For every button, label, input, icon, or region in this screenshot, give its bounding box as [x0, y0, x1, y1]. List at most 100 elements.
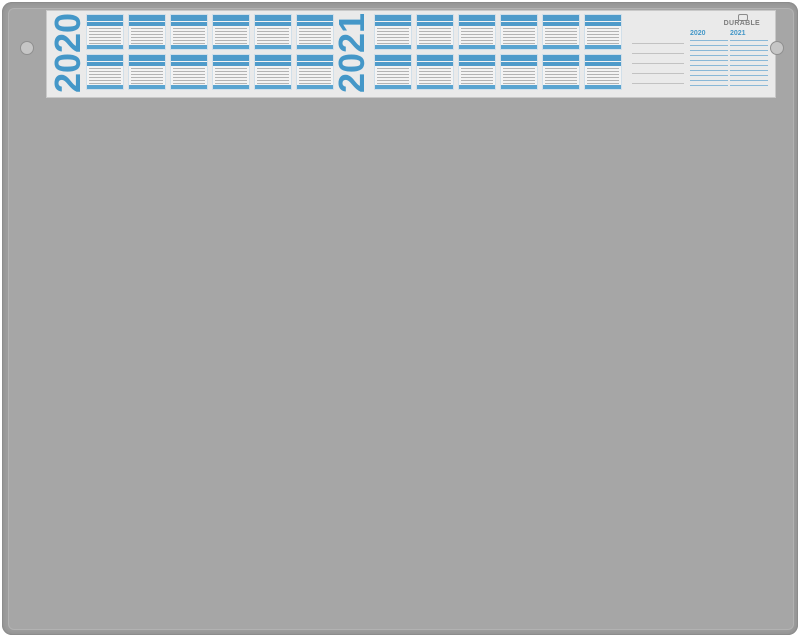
month-weekdays [543, 62, 579, 66]
month-block [170, 54, 208, 90]
month-weekdays [501, 62, 537, 66]
month-days [503, 68, 535, 84]
month-block [128, 14, 166, 50]
month-header [171, 15, 207, 21]
month-weekdays [297, 62, 333, 66]
month-header [87, 15, 123, 21]
year-label-2020: 2020 [47, 12, 88, 94]
month-block [212, 14, 250, 50]
month-footer [543, 85, 579, 89]
month-footer [213, 85, 249, 89]
month-weekdays [213, 22, 249, 26]
month-footer [297, 45, 333, 49]
month-header [501, 55, 537, 61]
month-footer [171, 85, 207, 89]
month-header [255, 55, 291, 61]
month-days [587, 68, 619, 84]
month-block [542, 14, 580, 50]
month-days [377, 28, 409, 44]
month-footer [459, 85, 495, 89]
month-block [296, 54, 334, 90]
month-weekdays [585, 22, 621, 26]
month-header [171, 55, 207, 61]
month-header [213, 55, 249, 61]
right-rivet [770, 41, 784, 55]
month-footer [129, 85, 165, 89]
month-days [377, 68, 409, 84]
month-block [458, 14, 496, 50]
year-label-2021: 2021 [331, 12, 372, 94]
month-footer [459, 45, 495, 49]
month-footer [417, 45, 453, 49]
month-footer [297, 85, 333, 89]
month-header [459, 15, 495, 21]
month-weekdays [129, 62, 165, 66]
month-days [299, 68, 331, 84]
month-days [215, 28, 247, 44]
month-days [173, 28, 205, 44]
month-weekdays [255, 62, 291, 66]
month-header [297, 15, 333, 21]
month-days [419, 28, 451, 44]
month-block [584, 54, 622, 90]
month-days [419, 68, 451, 84]
month-days [545, 28, 577, 44]
month-weekdays [585, 62, 621, 66]
month-weekdays [501, 22, 537, 26]
month-header [543, 55, 579, 61]
month-weekdays [459, 22, 495, 26]
month-header [375, 55, 411, 61]
month-header [129, 55, 165, 61]
month-footer [171, 45, 207, 49]
month-block [128, 54, 166, 90]
month-footer [375, 45, 411, 49]
month-days [587, 28, 619, 44]
month-footer [87, 45, 123, 49]
month-weekdays [459, 62, 495, 66]
month-weekdays [375, 22, 411, 26]
month-weekdays [87, 62, 123, 66]
month-weekdays [375, 62, 411, 66]
month-weekdays [417, 62, 453, 66]
month-header [375, 15, 411, 21]
month-days [257, 68, 289, 84]
month-weekdays [297, 22, 333, 26]
month-days [173, 68, 205, 84]
month-header [417, 15, 453, 21]
month-days [131, 68, 163, 84]
month-days [299, 28, 331, 44]
month-block [458, 54, 496, 90]
month-days [545, 68, 577, 84]
month-header [585, 55, 621, 61]
month-block [416, 14, 454, 50]
month-header [213, 15, 249, 21]
month-footer [255, 85, 291, 89]
brand-logo: DURABLE [723, 20, 760, 27]
month-header [87, 55, 123, 61]
month-header [129, 15, 165, 21]
month-block [254, 14, 292, 50]
month-header [459, 55, 495, 61]
month-block [500, 54, 538, 90]
month-block [170, 14, 208, 50]
month-weekdays [171, 22, 207, 26]
month-footer [87, 85, 123, 89]
month-block [86, 54, 124, 90]
month-footer [585, 85, 621, 89]
month-header [417, 55, 453, 61]
month-days [89, 68, 121, 84]
month-block [254, 54, 292, 90]
month-days [461, 68, 493, 84]
month-block [416, 54, 454, 90]
month-block [374, 54, 412, 90]
month-block [542, 54, 580, 90]
month-weekdays [417, 22, 453, 26]
month-header [585, 15, 621, 21]
month-footer [585, 45, 621, 49]
month-block [296, 14, 334, 50]
month-weekdays [255, 22, 291, 26]
month-footer [213, 45, 249, 49]
month-days [257, 28, 289, 44]
month-block [500, 14, 538, 50]
month-block [374, 14, 412, 50]
